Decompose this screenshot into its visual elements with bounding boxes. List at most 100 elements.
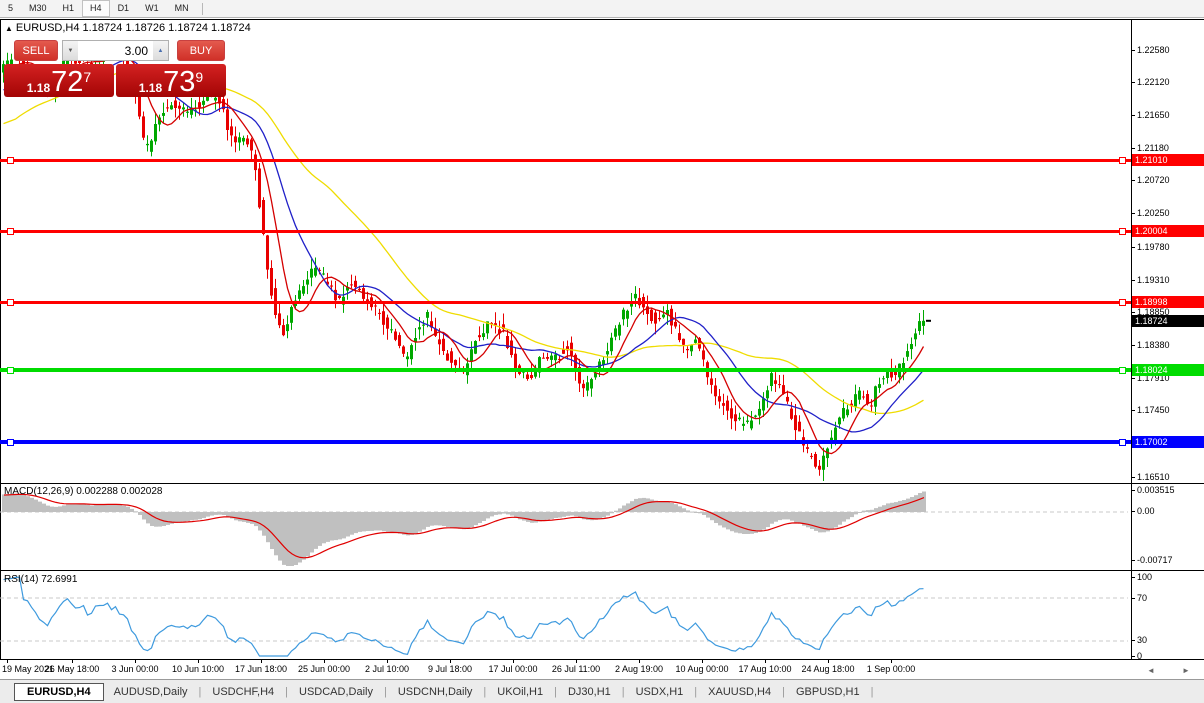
chart-tab-usdchf-h4[interactable]: USDCHF,H4 [202, 684, 284, 700]
chart-tab-dj30-h1[interactable]: DJ30,H1 [558, 684, 621, 700]
time-axis-tick [513, 660, 514, 663]
line-marker-left-1.18024[interactable] [7, 367, 14, 374]
horizontal-line-1.18024[interactable] [0, 368, 1131, 372]
ma-mid-line [3, 59, 924, 433]
horizontal-line-1.20004[interactable] [0, 230, 1131, 233]
horizontal-line-1.21010[interactable] [0, 159, 1131, 162]
price-axis-tick [1131, 280, 1135, 281]
timeframe-button-h1[interactable]: H1 [55, 0, 83, 17]
price-axis-tick [1131, 410, 1135, 411]
symbol-legend: ▲ EURUSD,H4 1.18724 1.18726 1.18724 1.187… [5, 22, 251, 34]
price-axis-label: 1.18380 [1137, 340, 1170, 350]
price-axis-label: 1.19310 [1137, 275, 1170, 285]
line-marker-left-1.21010[interactable] [7, 157, 14, 164]
time-axis-tick [576, 660, 577, 663]
price-axis-tick [1131, 50, 1135, 51]
price-axis-label: 1.20720 [1137, 175, 1170, 185]
volume-input[interactable] [78, 41, 153, 60]
time-axis-tick [450, 660, 451, 663]
volume-increase-button[interactable]: ▲ [153, 41, 168, 60]
chart-tab-xauusd-h4[interactable]: XAUUSD,H4 [698, 684, 781, 700]
time-axis[interactable]: 19 May 2021 26 May 18:00 3 Jun 00:00 10 Jun… [0, 660, 1204, 678]
tab-separator: | [483, 685, 487, 698]
indicator-axis-tick [1131, 598, 1135, 599]
price-axis-tick [1131, 115, 1135, 116]
time-axis-tick [891, 660, 892, 663]
line-marker-left-1.18998[interactable] [7, 299, 14, 306]
line-marker-right-1.18024[interactable] [1119, 367, 1126, 374]
horizontal-line-1.17002[interactable] [0, 440, 1131, 444]
line-marker-right-1.17002[interactable] [1119, 439, 1126, 446]
sell-price-big: 72 [51, 66, 84, 98]
buy-button[interactable]: BUY [177, 40, 225, 61]
indicator-axis-label: 30 [1137, 635, 1148, 645]
volume-decrease-button[interactable]: ▼ [63, 41, 78, 60]
price-axis-label: 1.21180 [1137, 143, 1169, 153]
sell-price-sup: 7 [83, 69, 92, 85]
timeframe-button-w1[interactable]: W1 [137, 0, 167, 17]
macd-legend: MACD(12,26,9) 0.002288 0.002028 [4, 486, 163, 497]
timeframe-button-5[interactable]: 5 [0, 0, 21, 17]
price-axis-tick [1131, 213, 1135, 214]
chart-tab-usdx-h1[interactable]: USDX,H1 [626, 684, 694, 700]
indicator-axis-label: 0.00 [1137, 506, 1155, 516]
timeframe-button-m30[interactable]: M30 [21, 0, 55, 17]
up-arrow-icon: ▲ [157, 47, 164, 54]
time-axis-tick [135, 660, 136, 663]
toolbar-separator [201, 2, 203, 15]
candles-layer [2, 41, 925, 481]
line-marker-left-1.20004[interactable] [7, 228, 14, 235]
tab-separator: | [383, 685, 387, 698]
timeframe-button-h4[interactable]: H4 [82, 0, 110, 17]
time-axis-tick [702, 660, 703, 663]
chart-tab-eurusd-h4[interactable]: EURUSD,H4 [14, 682, 104, 701]
chart-tab-ukoil-h1[interactable]: UKOil,H1 [487, 684, 553, 700]
line-marker-right-1.18998[interactable] [1119, 299, 1126, 306]
line-marker-right-1.21010[interactable] [1119, 157, 1126, 164]
rsi-indicator-canvas[interactable] [0, 571, 1131, 659]
one-click-trading-panel: SELL ▼ ▲ BUY 1.18727 1.18739 [4, 40, 228, 97]
tab-separator: | [621, 685, 625, 698]
price-axis-label: 1.19780 [1137, 242, 1170, 252]
price-axis-label: 1.22580 [1137, 45, 1170, 55]
price-axis-label: 1.21650 [1137, 110, 1170, 120]
price-axis-tick [1131, 312, 1135, 313]
indicator-axis-label: 70 [1137, 593, 1148, 603]
buy-price-big: 73 [163, 66, 196, 98]
sell-price-display[interactable]: 1.18 72 7 [4, 64, 114, 97]
price-tag-1.18998: 1.18998 [1132, 296, 1204, 308]
buy-price-prefix: 1.18 [138, 81, 163, 95]
tab-scroll-left-icon[interactable]: ◄ [1147, 666, 1155, 675]
price-axis-tick [1131, 180, 1135, 181]
tab-separator: | [870, 685, 874, 698]
chart-tab-audusd-daily[interactable]: AUDUSD,Daily [104, 684, 198, 700]
line-marker-right-1.20004[interactable] [1119, 228, 1126, 235]
indicator-axis-tick [1131, 490, 1135, 491]
horizontal-line-1.18998[interactable] [0, 301, 1131, 304]
time-axis-tick [7, 660, 8, 663]
price-axis-tick [1131, 148, 1135, 149]
collapse-triangle-icon[interactable]: ▲ [5, 24, 13, 33]
macd-indicator-canvas[interactable] [0, 484, 1131, 570]
chart-tab-usdcnh-daily[interactable]: USDCNH,Daily [388, 684, 483, 700]
indicator-axis-label: -0.00717 [1137, 555, 1173, 565]
chart-tab-usdcad-daily[interactable]: USDCAD,Daily [289, 684, 383, 700]
rsi-legend: RSI(14) 72.6991 [4, 574, 78, 585]
buy-price-display[interactable]: 1.18 73 9 [116, 64, 226, 97]
price-axis-tick [1131, 345, 1135, 346]
chart-tab-gbpusd-h1[interactable]: GBPUSD,H1 [786, 684, 870, 700]
sell-button[interactable]: SELL [14, 40, 58, 61]
time-axis-tick [72, 660, 73, 663]
timeframe-button-d1[interactable]: D1 [110, 0, 138, 17]
timeframe-button-mn[interactable]: MN [167, 0, 197, 17]
price-tag-1.17002: 1.17002 [1132, 436, 1204, 448]
price-axis-tick [1131, 247, 1135, 248]
time-axis-label: 1 Sep 00:00 [866, 664, 916, 674]
tab-scroll-right-icon[interactable]: ► [1182, 666, 1190, 675]
time-axis-tick [765, 660, 766, 663]
tab-separator: | [285, 685, 288, 698]
tab-separator: | [554, 685, 557, 698]
indicator-axis-tick [1131, 656, 1135, 657]
tab-separator: | [694, 685, 698, 698]
line-marker-left-1.17002[interactable] [7, 439, 14, 446]
